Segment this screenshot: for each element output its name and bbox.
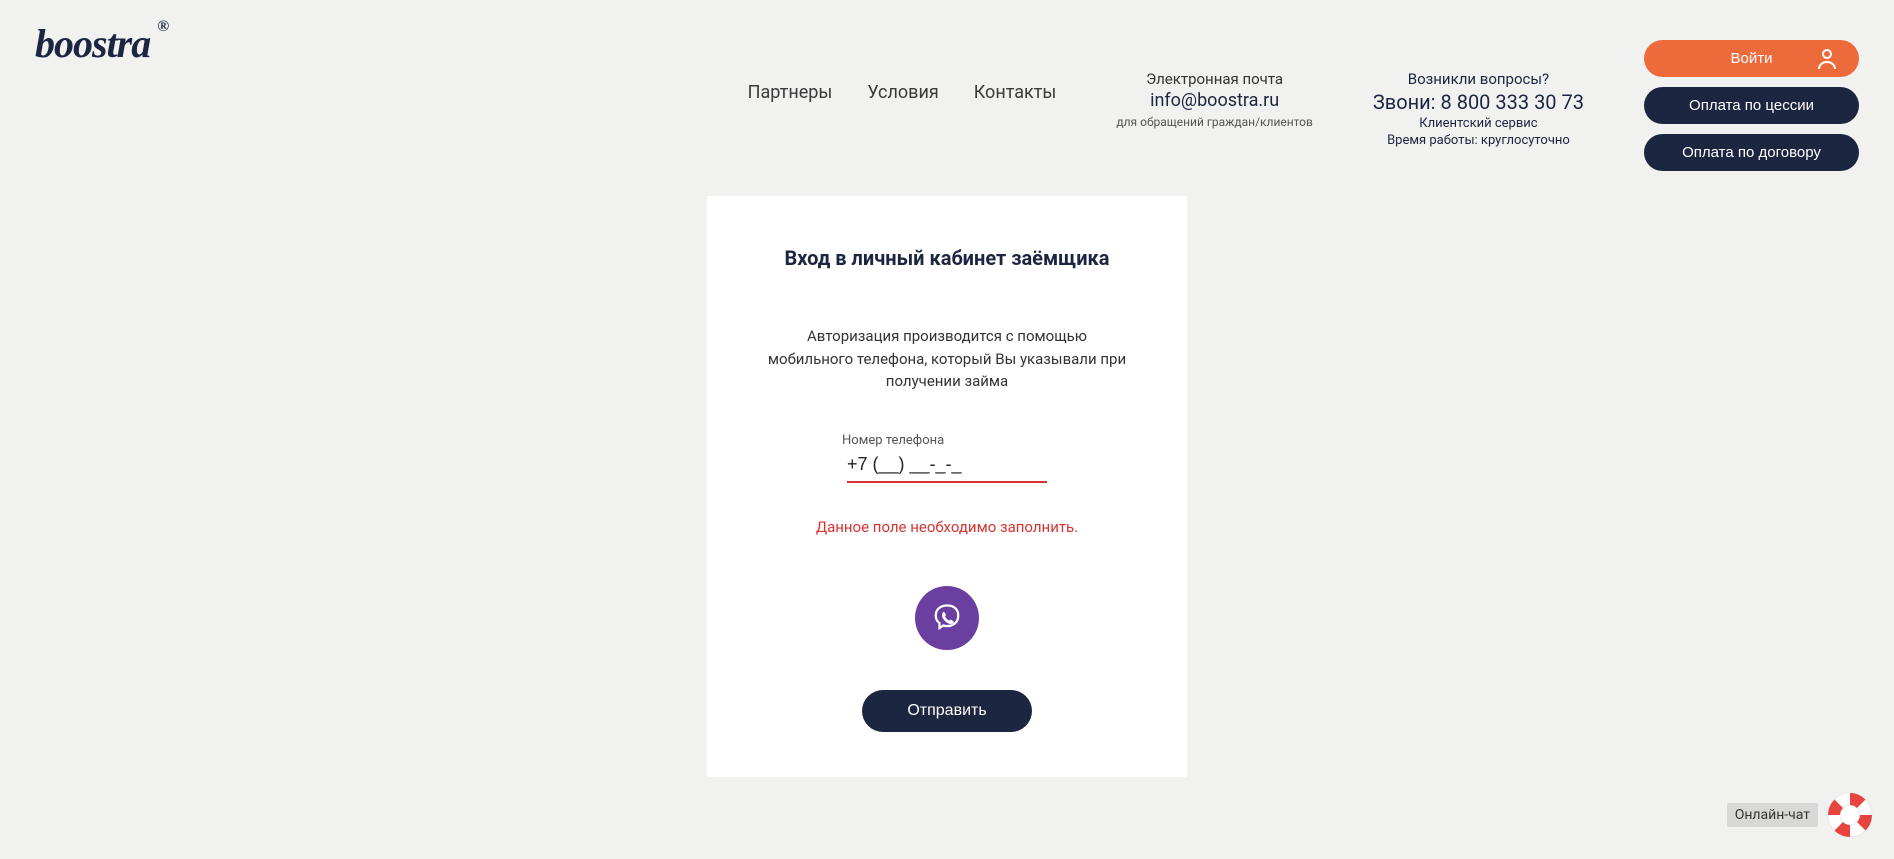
phone-field-label: Номер телефона <box>842 433 1127 448</box>
header: boostra® Партнеры Условия Контакты Элект… <box>0 0 1894 171</box>
phone-number[interactable]: Звони: 8 800 333 30 73 <box>1373 90 1584 114</box>
email-label: Электронная почта <box>1116 70 1313 88</box>
validation-error: Данное поле необходимо заполнить. <box>767 518 1127 536</box>
registered-mark: ® <box>157 18 168 36</box>
main-nav: Партнеры Условия Контакты <box>748 82 1057 103</box>
call-number: 8 800 333 30 73 <box>1441 90 1585 114</box>
chat-widget: Онлайн-чат <box>1727 791 1874 839</box>
phone-block: Возникли вопросы? Звони: 8 800 333 30 73… <box>1373 70 1584 148</box>
email-block: Электронная почта info@boostra.ru для об… <box>1116 70 1313 129</box>
call-prefix: Звони: <box>1373 90 1441 114</box>
chat-label: Онлайн-чат <box>1727 803 1818 827</box>
user-icon <box>1817 48 1837 70</box>
email-sub: для обращений граждан/клиентов <box>1116 115 1313 129</box>
viber-button[interactable] <box>915 586 979 650</box>
login-button[interactable]: Войти <box>1644 40 1859 77</box>
pay-contract-button[interactable]: Оплата по договору <box>1644 134 1859 171</box>
login-button-label: Войти <box>1731 50 1773 67</box>
email-address[interactable]: info@boostra.ru <box>1116 90 1313 111</box>
nav-terms[interactable]: Условия <box>867 82 938 103</box>
phone-hours: Время работы: круглосуточно <box>1373 133 1584 148</box>
phone-service: Клиентский сервис <box>1373 116 1584 131</box>
login-card: Вход в личный кабинет заёмщика Авторизац… <box>707 196 1187 777</box>
logo[interactable]: boostra® <box>35 20 150 67</box>
header-actions: Войти Оплата по цессии Оплата по договор… <box>1644 40 1859 171</box>
phone-input[interactable] <box>847 454 1047 475</box>
viber-icon <box>932 603 962 633</box>
logo-text: boostra <box>35 21 150 66</box>
submit-button[interactable]: Отправить <box>862 690 1031 732</box>
phone-question: Возникли вопросы? <box>1373 70 1584 88</box>
login-title: Вход в личный кабинет заёмщика <box>767 246 1127 270</box>
nav-contacts[interactable]: Контакты <box>974 82 1057 103</box>
nav-partners[interactable]: Партнеры <box>748 82 833 103</box>
login-desc: Авторизация производится с помощью мобил… <box>767 325 1127 393</box>
lifebuoy-icon[interactable] <box>1826 791 1874 839</box>
pay-cession-button[interactable]: Оплата по цессии <box>1644 87 1859 124</box>
phone-input-wrap <box>847 454 1047 483</box>
